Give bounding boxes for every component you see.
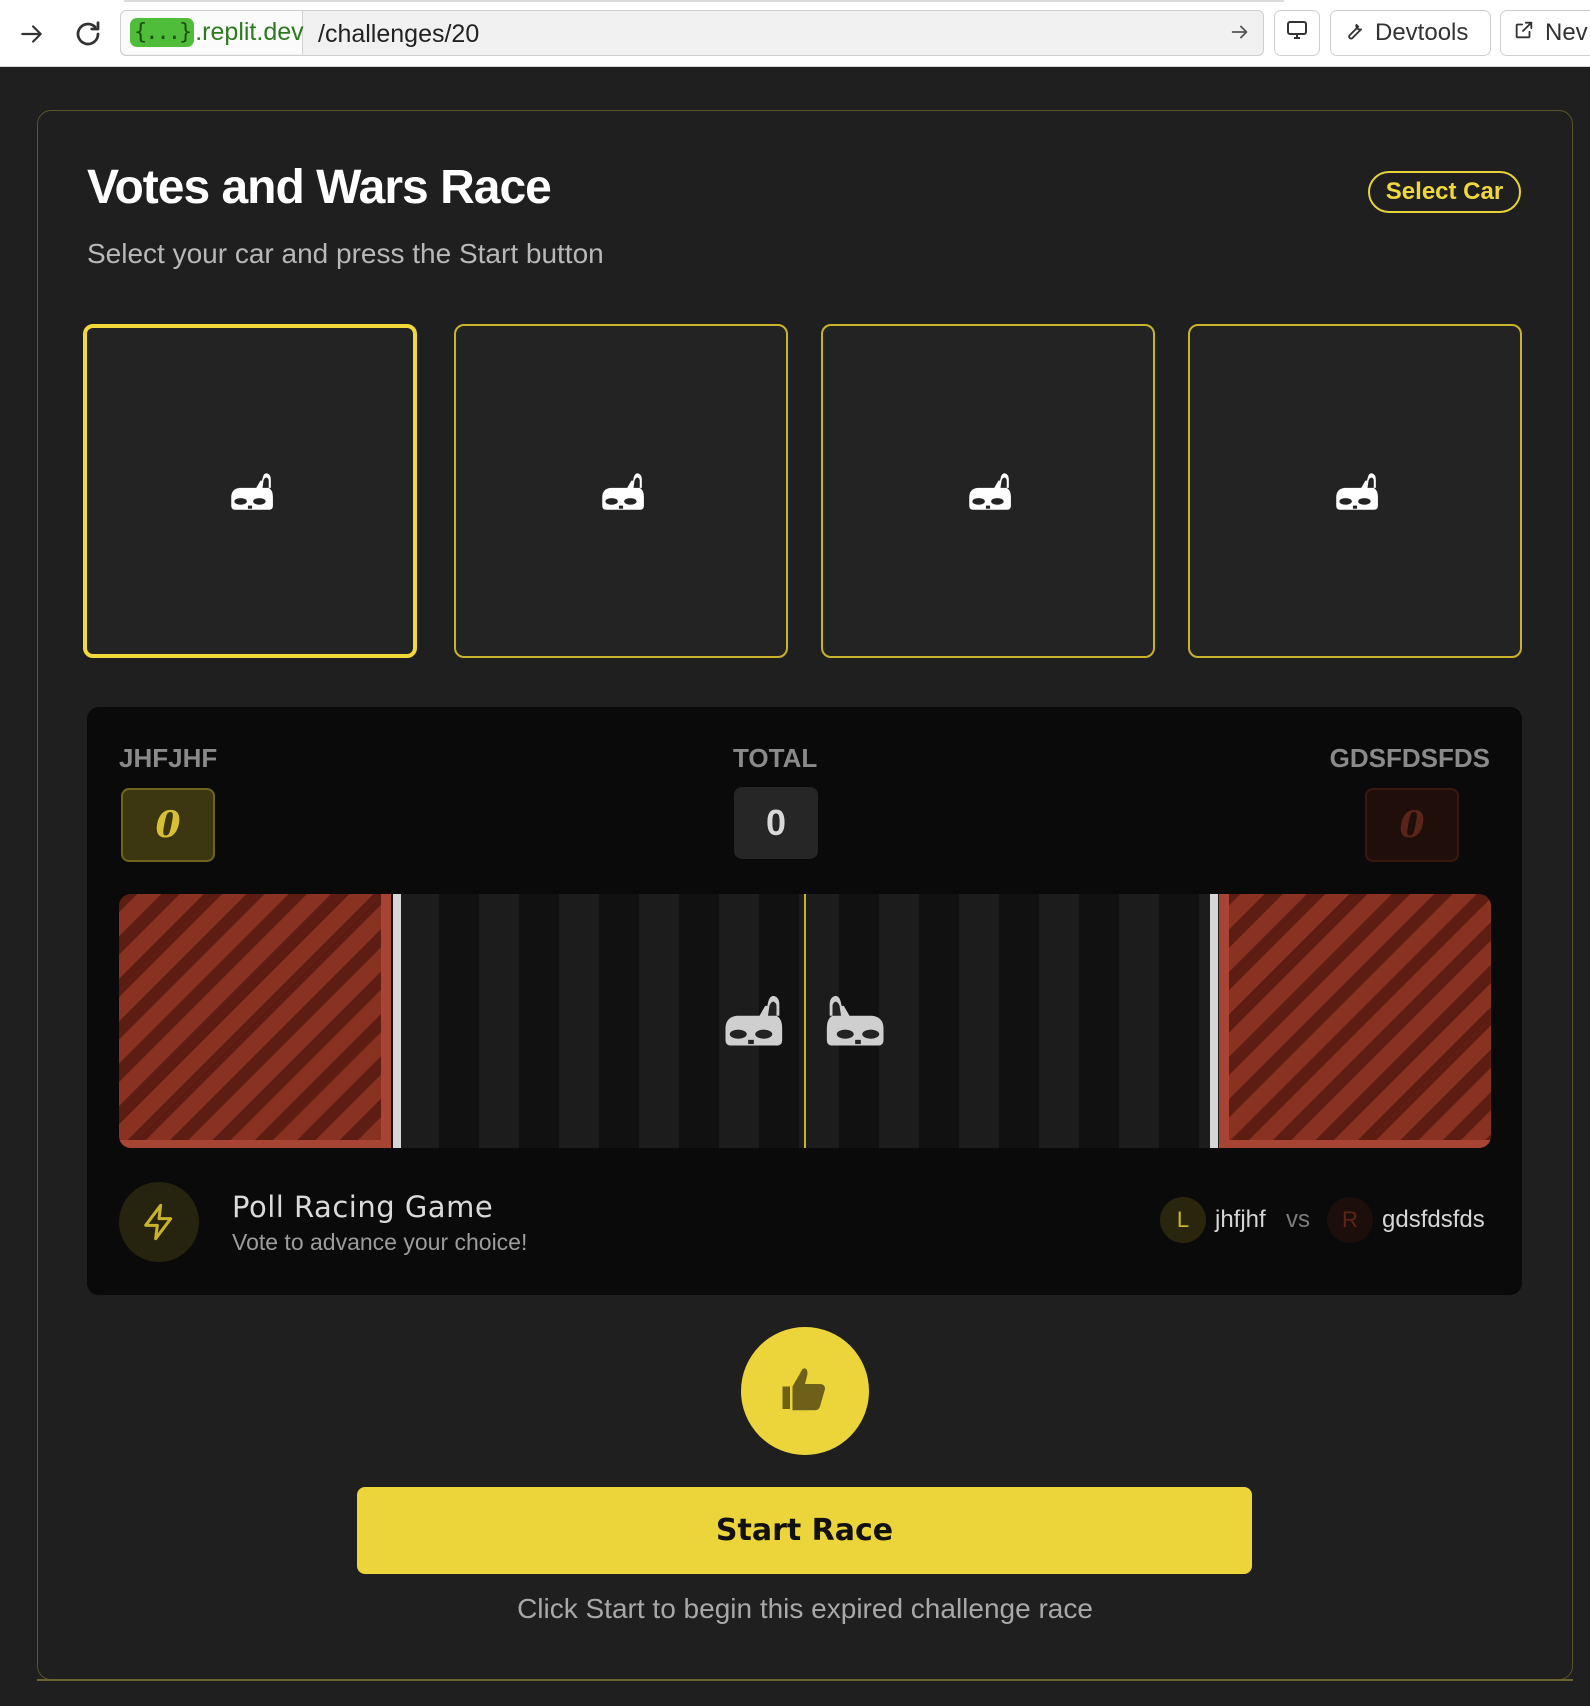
forward-icon[interactable] [14, 16, 50, 52]
total-value: 0 [734, 787, 818, 859]
thumbs-up-icon [775, 1359, 835, 1424]
car-icon [596, 465, 646, 517]
right-racer-name: GDSFDSFDS [1329, 743, 1490, 773]
game-title: Poll Racing Game [232, 1190, 494, 1224]
page-title: Votes and Wars Race [87, 161, 552, 214]
total-label: TOTAL [733, 743, 818, 773]
external-link-icon [1513, 19, 1535, 48]
car-option-2[interactable] [454, 324, 788, 658]
url-domain-text: .replit.dev [195, 18, 304, 46]
left-finish-line [393, 894, 401, 1148]
card-divider [37, 1679, 1573, 1681]
left-finish-zone [119, 894, 391, 1148]
page-subtitle: Select your car and press the Start butt… [87, 238, 604, 269]
left-player-avatar: L [1160, 1197, 1206, 1243]
address-bar[interactable]: {...} .replit.dev /challenges/20 [120, 10, 1264, 56]
left-race-car-icon [717, 984, 785, 1056]
game-subtitle: Vote to advance your choice! [232, 1229, 528, 1255]
car-option-4[interactable] [1188, 324, 1522, 658]
right-finish-zone [1219, 894, 1491, 1148]
reload-icon[interactable] [70, 16, 106, 52]
right-score: 0 [1365, 788, 1459, 862]
car-icon [1330, 465, 1380, 517]
tab-strip-edge [124, 0, 1284, 2]
replit-badge: {...} [130, 18, 195, 47]
right-player-name: gdsfdsfds [1382, 1206, 1485, 1233]
wrench-icon [1343, 19, 1365, 48]
right-finish-line [1210, 894, 1218, 1148]
url-path[interactable]: /challenges/20 [318, 20, 479, 49]
devtools-button[interactable]: Devtools [1330, 10, 1491, 56]
vs-label: vs [1286, 1206, 1310, 1233]
right-player-avatar: R [1327, 1197, 1373, 1243]
new-tab-label: Nev [1545, 19, 1588, 46]
go-arrow-icon[interactable] [1229, 19, 1251, 50]
left-racer-name: JHFJHF [119, 743, 218, 773]
vote-button[interactable] [741, 1327, 869, 1455]
right-race-car-icon [824, 984, 892, 1056]
car-icon [225, 465, 275, 517]
devtools-label: Devtools [1375, 19, 1469, 46]
car-option-3[interactable] [821, 324, 1155, 658]
left-score: 0 [121, 788, 215, 862]
browser-toolbar: {...} .replit.dev /challenges/20 Devtool… [0, 0, 1590, 67]
left-player-name: jhfjhf [1215, 1206, 1266, 1233]
start-race-button[interactable]: Start Race [357, 1487, 1252, 1574]
car-icon [963, 465, 1013, 517]
new-tab-button[interactable]: Nev [1500, 10, 1590, 56]
select-car-button[interactable]: Select Car [1368, 171, 1521, 213]
url-domain: {...} .replit.dev [121, 11, 304, 54]
race-panel: JHFJHF 0 TOTAL 0 GDSFDSFDS 0 Poll Racing… [87, 707, 1522, 1295]
monitor-icon [1285, 18, 1309, 49]
car-option-1[interactable] [83, 324, 417, 658]
race-track [119, 894, 1491, 1148]
center-line [804, 894, 806, 1148]
start-hint: Click Start to begin this expired challe… [517, 1593, 1093, 1624]
lightning-icon [119, 1182, 199, 1262]
screen-button[interactable] [1274, 10, 1320, 56]
